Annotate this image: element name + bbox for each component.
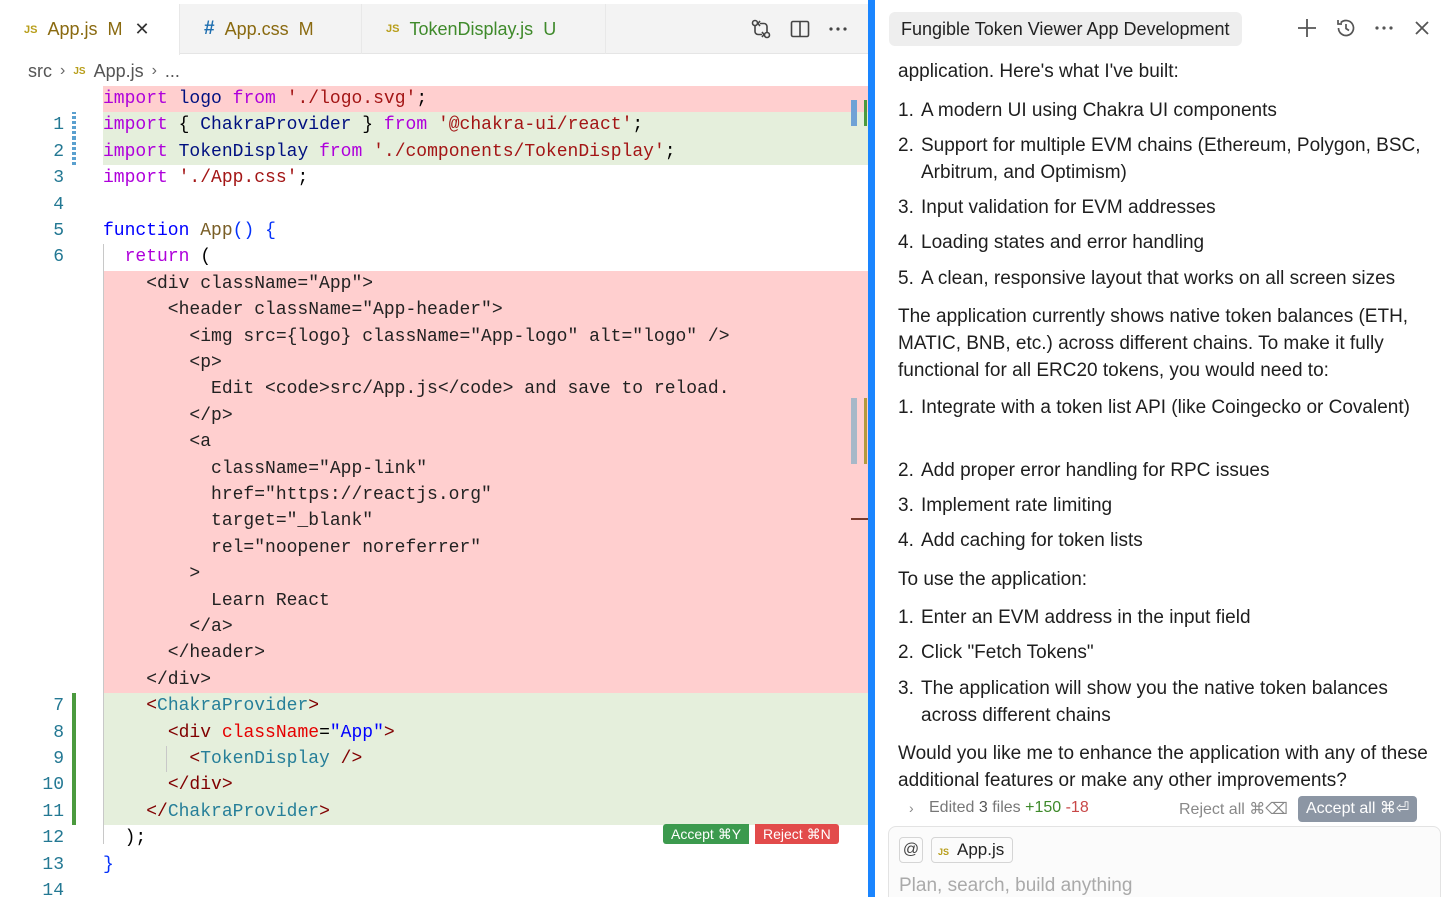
code-line-deleted: className="App-link" xyxy=(0,455,868,482)
mention-button[interactable]: @ xyxy=(899,837,923,863)
code-line-deleted: </a> xyxy=(0,614,868,641)
code-line-added: 1 import { ChakraProvider } from '@chakra… xyxy=(0,112,868,139)
compare-changes-icon[interactable] xyxy=(750,18,772,40)
message-paragraph: The application currently shows native t… xyxy=(898,306,1409,381)
chevron-right-icon: › xyxy=(151,62,157,79)
code-line: 13} xyxy=(42,854,114,875)
breadcrumb-file[interactable]: App.js xyxy=(94,61,144,82)
list-item: 2. Add proper error handling for RPC issu… xyxy=(898,460,1270,481)
list-item: 3. Implement rate limiting xyxy=(898,495,1113,516)
code-line-deleted: Edit <code>src/App.js</code> and save to… xyxy=(0,376,868,403)
breadcrumb: src › JS App.js › ... xyxy=(28,60,180,82)
tab-modified-badge: M xyxy=(298,18,314,39)
code-line-deleted: <img src={logo} className="App-logo" alt… xyxy=(0,323,868,350)
tab-app-css[interactable]: # App.css M xyxy=(180,4,362,54)
code-line-added: 10 </div> xyxy=(0,772,868,799)
code-line-deleted: target="_blank" xyxy=(0,508,868,535)
chat-panel: Fungible Token Viewer App Development ap… xyxy=(875,0,1456,897)
code-line: 4 xyxy=(53,194,64,215)
js-file-icon: JS xyxy=(24,23,38,36)
code-editor[interactable]: JS App.js M ✕ # App.css M JS TokenDispla… xyxy=(0,0,868,897)
breadcrumb-folder[interactable]: src xyxy=(28,61,52,82)
list-item: 1. Enter an EVM address in the input fiel… xyxy=(898,607,1251,628)
close-icon[interactable]: ✕ xyxy=(135,19,150,40)
list-item: 1. A modern UI using Chakra UI components xyxy=(898,100,1277,121)
list-item: 3. Input validation for EVM addresses xyxy=(898,197,1216,218)
more-options-icon[interactable] xyxy=(1372,16,1396,40)
tab-label: App.js xyxy=(47,19,98,39)
history-icon[interactable] xyxy=(1334,16,1358,40)
code-line: 6 return ( xyxy=(53,247,212,268)
code-line-added: 9 <TokenDisplay /> xyxy=(0,746,868,773)
code-line: 5 function App() { xyxy=(53,221,276,241)
code-line-deleted: import logo from './logo.svg'; xyxy=(0,86,868,113)
code-line-deleted: rel="noopener noreferrer" xyxy=(0,534,868,562)
code-line-added: 7 <ChakraProvider> xyxy=(0,693,868,720)
tab-modified-badge: M xyxy=(107,19,123,39)
list-item: 4. Loading states and error handling xyxy=(898,232,1205,253)
code-line-deleted: href="https://reactjs.org" xyxy=(0,482,868,509)
css-file-icon: # xyxy=(204,18,215,39)
code-line: 14 xyxy=(42,881,64,897)
context-file-chip[interactable]: JS App.js xyxy=(931,837,1014,863)
code-line-deleted: Learn React xyxy=(0,587,868,614)
list-item: 2. Support for multiple EVM chains (Ether… xyxy=(898,135,1421,183)
tab-untracked-badge: U xyxy=(543,18,557,39)
indent-guide xyxy=(166,746,167,773)
accept-change-button[interactable]: Accept ⌘Y xyxy=(663,824,750,844)
more-actions-icon[interactable] xyxy=(827,18,849,40)
editor-tab-bar: JS App.js M ✕ # App.css M JS TokenDispla… xyxy=(0,4,868,55)
breadcrumb-more[interactable]: ... xyxy=(165,61,180,82)
list-item: 3. The application will show you the nati… xyxy=(898,678,1388,726)
chevron-right-icon[interactable]: › xyxy=(909,800,914,816)
scrollbar-overview[interactable] xyxy=(851,98,868,528)
reject-all-button[interactable]: Reject all ⌘⌫ xyxy=(1179,799,1288,819)
message-paragraph: application. Here's what I've built: xyxy=(898,61,1179,82)
close-panel-icon[interactable] xyxy=(1410,16,1434,40)
code-line-deleted: > xyxy=(0,561,868,588)
reject-change-button[interactable]: Reject ⌘N xyxy=(755,824,839,844)
list-item: 2. Click "Fetch Tokens" xyxy=(898,642,1094,663)
split-editor-icon[interactable] xyxy=(789,18,811,40)
code-line-deleted: <p> xyxy=(0,350,868,377)
code-line-added: 8 <div className="App"> xyxy=(0,719,868,746)
js-file-icon: JS xyxy=(938,847,950,857)
message-paragraph: To use the application: xyxy=(898,569,1088,590)
chat-input[interactable] xyxy=(899,875,1419,897)
code-line-deleted: </header> xyxy=(0,640,868,667)
edited-summary[interactable]: Edited 3 files +150 -18 xyxy=(929,799,1089,817)
tab-label: TokenDisplay.js xyxy=(409,18,534,39)
js-file-icon: JS xyxy=(386,23,400,35)
tab-tokendisplay-js[interactable]: JS TokenDisplay.js U xyxy=(362,4,606,54)
indent-guide xyxy=(103,244,104,845)
chat-composer: @ JS App.js xyxy=(888,826,1441,897)
list-item: 1. Integrate with a token list API (like … xyxy=(898,397,1410,418)
chevron-right-icon: › xyxy=(60,62,66,79)
list-item: 5. A clean, responsive layout that works … xyxy=(898,268,1396,289)
tab-app-js[interactable]: JS App.js M ✕ xyxy=(0,4,180,55)
chat-header: Fungible Token Viewer App Development xyxy=(875,0,1456,56)
code-line-deleted: <div className="App"> xyxy=(0,270,868,298)
code-line: 3 import './App.css'; xyxy=(53,168,309,189)
code-line-added: 2 import TokenDisplay from './components/… xyxy=(0,138,868,166)
panel-divider[interactable] xyxy=(868,0,875,897)
code-line-deleted: <header className="App-header"> xyxy=(0,297,868,324)
js-file-icon: JS xyxy=(73,65,86,77)
code-line-deleted: <a xyxy=(0,429,868,456)
list-item: 4. Add caching for token lists xyxy=(898,530,1143,551)
tab-label: App.css xyxy=(224,18,289,39)
chat-title-tab[interactable]: Fungible Token Viewer App Development xyxy=(889,12,1242,46)
new-chat-icon[interactable] xyxy=(1295,16,1319,40)
code-line-added: 11 </ChakraProvider> xyxy=(0,798,868,826)
code-line-deleted: </div> xyxy=(0,666,868,694)
accept-all-button[interactable]: Accept all ⌘⏎ xyxy=(1298,796,1418,822)
code-line-deleted: </p> xyxy=(0,402,868,430)
edited-files-bar: › Edited 3 files +150 -18 Reject all ⌘⌫ … xyxy=(893,792,1427,826)
